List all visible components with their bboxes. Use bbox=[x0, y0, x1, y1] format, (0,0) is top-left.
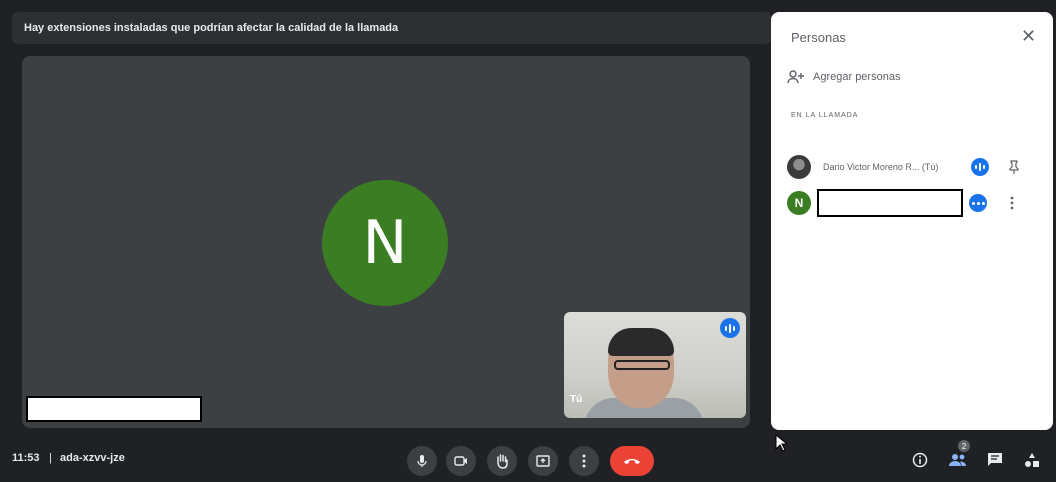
info-icon[interactable] bbox=[908, 448, 932, 472]
clock: 11:53 bbox=[12, 452, 40, 464]
participant-avatar-initial: N bbox=[794, 196, 804, 210]
add-people-label: Agregar personas bbox=[813, 71, 901, 83]
participant-row[interactable]: Dario Victor Moreno R... (Tú) bbox=[787, 152, 1043, 182]
avatar-letter: N bbox=[362, 208, 408, 278]
participant-name-redacted bbox=[817, 189, 963, 217]
hang-up-icon[interactable] bbox=[610, 446, 654, 476]
add-people-button[interactable]: Agregar personas bbox=[787, 70, 900, 84]
add-person-icon bbox=[787, 70, 804, 84]
participant-avatar: N bbox=[322, 180, 448, 306]
participant-avatar-letter: N bbox=[787, 191, 811, 215]
meeting-code: ada-xzvv-jze bbox=[60, 452, 125, 464]
extensions-warning-banner: Hay extensiones instaladas que podrían a… bbox=[12, 12, 772, 44]
in-call-section-header: EN LA LLAMADA bbox=[791, 112, 859, 119]
participant-row[interactable]: N bbox=[787, 188, 1043, 218]
self-label: Tú bbox=[570, 394, 583, 405]
banner-text: Hay extensiones instaladas que podrían a… bbox=[24, 22, 399, 34]
participant-name: Dario Victor Moreno R... (Tú) bbox=[823, 162, 939, 172]
self-video-hair bbox=[608, 328, 674, 356]
chat-icon[interactable] bbox=[983, 448, 1007, 472]
people-count-badge: 2 bbox=[958, 440, 970, 452]
participant-avatar-photo bbox=[787, 155, 811, 179]
participant-name-redacted bbox=[26, 396, 202, 422]
separator: | bbox=[49, 452, 52, 464]
self-video-tile[interactable]: Tú bbox=[564, 312, 746, 418]
activities-icon[interactable] bbox=[1020, 448, 1044, 472]
camera-icon[interactable] bbox=[446, 446, 476, 476]
speaking-icon bbox=[971, 158, 989, 176]
present-icon[interactable] bbox=[528, 446, 558, 476]
people-panel: Personas ✕ Agregar personas EN LA LLAMAD… bbox=[771, 12, 1053, 430]
bottom-control-bar: 11:53 | ada-xzvv-jze 2 bbox=[0, 436, 1056, 482]
more-vert-icon[interactable] bbox=[569, 446, 599, 476]
more-vert-icon[interactable] bbox=[1005, 194, 1019, 212]
speaking-icon bbox=[720, 318, 740, 338]
pin-icon[interactable] bbox=[1007, 158, 1021, 176]
people-icon[interactable] bbox=[946, 448, 970, 472]
panel-title: Personas bbox=[791, 30, 846, 45]
mic-icon[interactable] bbox=[407, 446, 437, 476]
raise-hand-icon[interactable] bbox=[487, 446, 517, 476]
mic-dots-icon bbox=[969, 194, 987, 212]
close-icon[interactable]: ✕ bbox=[1021, 26, 1036, 47]
self-video-glasses bbox=[614, 360, 670, 370]
